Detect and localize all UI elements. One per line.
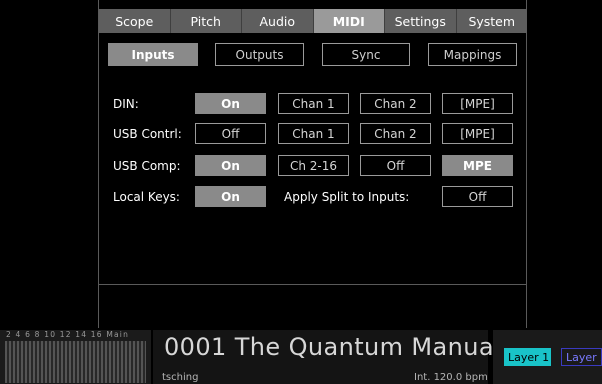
usb-contrl-split-channel-button[interactable]: Chan 2: [360, 123, 431, 144]
local-keys-label: Local Keys:: [113, 190, 180, 204]
usb-comp-enable-button[interactable]: On: [195, 155, 266, 176]
usb-contrl-label: USB Contrl:: [113, 127, 182, 141]
tab-settings[interactable]: Settings: [385, 9, 457, 33]
usb-contrl-main-channel-button[interactable]: Chan 1: [278, 123, 349, 144]
subtab-inputs[interactable]: Inputs: [108, 43, 198, 66]
usb-comp-mpe-button[interactable]: MPE: [442, 155, 513, 176]
subtab-sync[interactable]: Sync: [322, 43, 410, 66]
meter-labels: 2 4 6 8 10 12 14 16 Main: [6, 330, 130, 339]
preset-name[interactable]: 0001 The Quantum Manual: [164, 333, 501, 361]
usb-comp-label: USB Comp:: [113, 159, 181, 173]
tab-scope[interactable]: Scope: [99, 9, 171, 33]
top-tab-bar: Scope Pitch Audio MIDI Settings System: [99, 9, 527, 33]
din-label: DIN:: [113, 97, 139, 111]
usb-contrl-mpe-button[interactable]: [MPE]: [442, 123, 513, 144]
subtab-mappings[interactable]: Mappings: [428, 43, 517, 66]
usb-comp-split-channel-button[interactable]: Off: [360, 155, 431, 176]
subtab-outputs[interactable]: Outputs: [215, 43, 304, 66]
meter-bars: [5, 341, 146, 383]
din-mpe-button[interactable]: [MPE]: [442, 93, 513, 114]
layer-2-button[interactable]: Layer 2: [561, 348, 602, 366]
usb-comp-main-channel-button[interactable]: Ch 2-16: [278, 155, 349, 176]
apply-split-label: Apply Split to Inputs:: [284, 190, 410, 204]
usb-contrl-enable-button[interactable]: Off: [195, 123, 266, 144]
apply-split-button[interactable]: Off: [442, 186, 513, 207]
din-split-channel-button[interactable]: Chan 2: [360, 93, 431, 114]
tab-midi[interactable]: MIDI: [313, 9, 385, 33]
panel-divider: [99, 284, 527, 285]
tab-system[interactable]: System: [457, 9, 528, 33]
din-main-channel-button[interactable]: Chan 1: [278, 93, 349, 114]
local-keys-button[interactable]: On: [195, 186, 266, 207]
tab-pitch[interactable]: Pitch: [171, 9, 242, 33]
din-enable-button[interactable]: On: [195, 93, 266, 114]
tab-audio[interactable]: Audio: [242, 9, 314, 33]
layer-1-button[interactable]: Layer 1: [504, 348, 551, 366]
tempo-readout: Int. 120.0 bpm: [414, 372, 488, 383]
preset-author: tsching: [162, 372, 199, 383]
